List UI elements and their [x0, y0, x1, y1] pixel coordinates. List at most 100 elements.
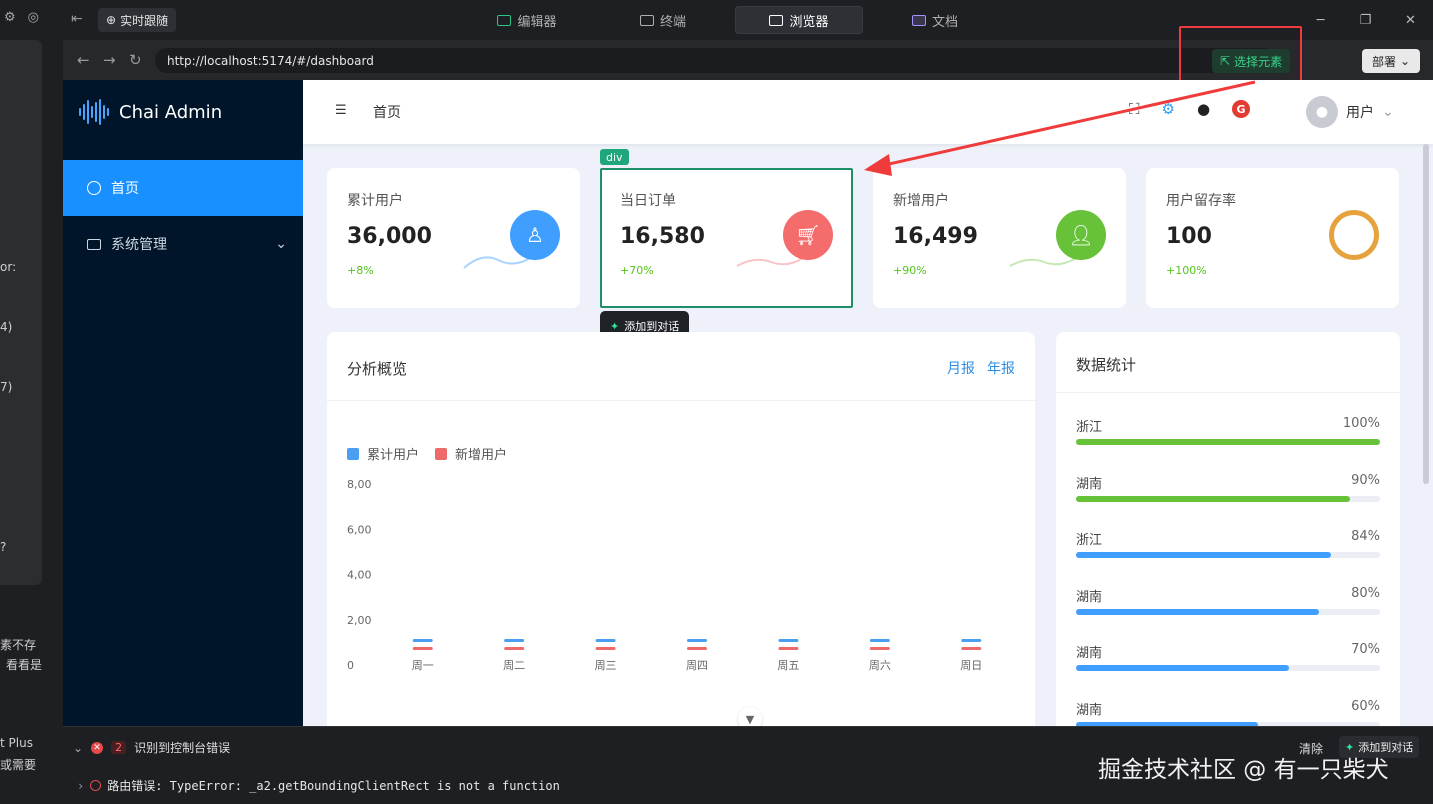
console-header[interactable]: ⌄ ✕ 2 识别到控制台错误 [73, 739, 230, 756]
console-error-line[interactable]: › 路由错误: TypeError: _a2.getBoundingClient… [77, 777, 560, 794]
user-solid-icon: 👤︎ [1056, 210, 1106, 260]
stat-card-total-users[interactable]: 累计用户 36,000 +8% ♙ [327, 168, 580, 308]
bar-total-users[interactable] [412, 639, 433, 642]
text-fragment: 看看是 [6, 658, 43, 672]
tab-editor[interactable]: 编辑器 [463, 6, 591, 34]
maximize-icon[interactable]: ❐ [1343, 0, 1388, 40]
stat-percent: 80% [1351, 585, 1380, 601]
window-controls: ─ ❐ ✕ [1298, 0, 1433, 40]
breadcrumb[interactable]: 首页 [373, 102, 401, 122]
sidebar-item-home[interactable]: 首页 [63, 160, 303, 216]
user-menu[interactable]: ● 用户 ⌄ [1306, 96, 1394, 128]
bar-new-users[interactable] [412, 647, 433, 650]
tab-docs[interactable]: 文档 [871, 6, 999, 34]
close-icon[interactable]: ✕ [1388, 0, 1433, 40]
page-scrollbar[interactable] [1423, 144, 1429, 484]
brand-logo[interactable]: Chai Admin [63, 80, 303, 144]
bar-new-users[interactable] [504, 647, 525, 650]
deploy-button[interactable]: 部署 ⌄ [1362, 49, 1420, 73]
x-tick-label: 周二 [503, 659, 525, 672]
analysis-panel: 分析概览 月报 年报 累计用户 新增用户 8,00 6,00 4,00 2,00 0 周一… [327, 332, 1035, 726]
forward-icon[interactable]: → [103, 51, 116, 69]
collapse-sidebar-icon[interactable]: ⇤ [71, 11, 83, 27]
menu-fold-icon[interactable]: ☰ [335, 103, 347, 118]
stat-row: 湖南 70% [1076, 642, 1380, 682]
gitee-icon[interactable]: G [1232, 100, 1251, 118]
account-icon[interactable]: ◎ [28, 10, 39, 25]
tab-label: 编辑器 [517, 14, 557, 30]
reload-icon[interactable]: ↻ [129, 51, 142, 69]
bar-total-users[interactable] [504, 639, 525, 642]
bar-total-users[interactable] [595, 639, 616, 642]
brand-name: Chai Admin [119, 101, 223, 123]
dashboard-icon [87, 181, 101, 195]
stat-row: 浙江 100% [1076, 416, 1380, 456]
stat-percent: 90% [1351, 472, 1380, 488]
card-label: 累计用户 [347, 193, 403, 209]
realtime-follow-label: 实时跟随 [120, 13, 169, 28]
bar-total-users[interactable] [687, 639, 707, 642]
legend-swatch [347, 447, 359, 460]
gear-icon[interactable]: ⚙ [4, 10, 16, 25]
card-change: +70% [620, 264, 654, 277]
chevron-right-icon[interactable]: › [77, 779, 84, 793]
monthly-report-link[interactable]: 月报 [947, 358, 975, 378]
card-value: 36,000 [347, 224, 432, 249]
back-icon[interactable]: ← [77, 51, 90, 69]
realtime-follow-button[interactable]: ⊕ 实时跟随 [98, 8, 177, 32]
sidebar-item-system[interactable]: 系统管理 ⌄ [63, 216, 303, 272]
legend-item[interactable]: 累计用户 [347, 444, 419, 463]
user-name: 用户 [1346, 105, 1374, 121]
gear-icon[interactable]: ⚙ [1162, 100, 1175, 118]
stat-card-retention[interactable]: 用户留存率 100 +100% [1146, 168, 1399, 308]
stat-percent: 60% [1351, 698, 1380, 714]
github-icon[interactable]: ● [1197, 100, 1210, 118]
bar-new-users[interactable] [778, 647, 799, 650]
minimize-icon[interactable]: ─ [1298, 0, 1343, 40]
sidebar-item-label: 系统管理 [111, 237, 167, 253]
bar-total-users[interactable] [961, 639, 982, 642]
card-value: 100 [1166, 224, 1212, 249]
error-icon [90, 780, 102, 791]
progress-track [1076, 608, 1380, 615]
progress-track [1076, 552, 1380, 558]
legend-item[interactable]: 新增用户 [435, 444, 507, 463]
docs-icon [911, 14, 926, 26]
cart-icon: 🛒︎ [783, 210, 833, 260]
divider [327, 400, 1035, 401]
x-tick-label: 周一 [412, 659, 434, 672]
select-element-button[interactable]: ⇱ 选择元素 [1212, 49, 1291, 73]
bar-new-users[interactable] [961, 647, 982, 650]
chevron-down-icon[interactable]: ▼ [738, 707, 762, 726]
tab-label: 浏览器 [789, 14, 829, 30]
card-value: 16,499 [893, 224, 978, 249]
progress-fill [1076, 665, 1289, 671]
tab-browser[interactable]: 浏览器 [735, 6, 863, 34]
yearly-report-link[interactable]: 年报 [987, 358, 1015, 378]
stat-name: 湖南 [1076, 702, 1103, 718]
y-tick-label: 8,00 [347, 478, 372, 491]
stat-name: 湖南 [1076, 476, 1103, 492]
legend-label: 新增用户 [455, 448, 508, 463]
stat-card-new-users[interactable]: 新增用户 16,499 +90% 👤︎ [873, 168, 1126, 308]
url-input[interactable]: http://localhost:5174/#/dashboard ⌄ [155, 48, 1275, 73]
sparkle-icon: ✦ [610, 319, 620, 333]
tab-label: 终端 [659, 14, 686, 30]
bar-new-users[interactable] [869, 647, 890, 650]
bar-total-users[interactable] [869, 639, 890, 642]
header-tools: ⛶ ⚙ ● G [1129, 100, 1251, 118]
x-tick-label: 周三 [595, 659, 617, 672]
text-fragment: 或需要 [0, 758, 37, 772]
bar-total-users[interactable] [778, 639, 799, 642]
tab-terminal[interactable]: 终端 [599, 6, 727, 34]
bar-new-users[interactable] [687, 647, 707, 650]
stat-card-daily-orders[interactable]: 当日订单 16,580 +70% 🛒︎ [600, 168, 853, 308]
ide-top-icons: ⚙ ◎ [4, 10, 39, 25]
chevron-down-icon[interactable]: ⌄ [73, 741, 83, 755]
x-tick-label: 周六 [869, 659, 891, 672]
stat-percent: 70% [1351, 642, 1380, 657]
fullscreen-icon[interactable]: ⛶ [1129, 100, 1140, 118]
select-element-label: 选择元素 [1234, 54, 1283, 69]
bar-new-users[interactable] [595, 647, 616, 650]
ide-topbar: ⇤ ⊕ 实时跟随 编辑器 终端 浏览器 文档 ─ ❐ ✕ [63, 0, 1433, 40]
